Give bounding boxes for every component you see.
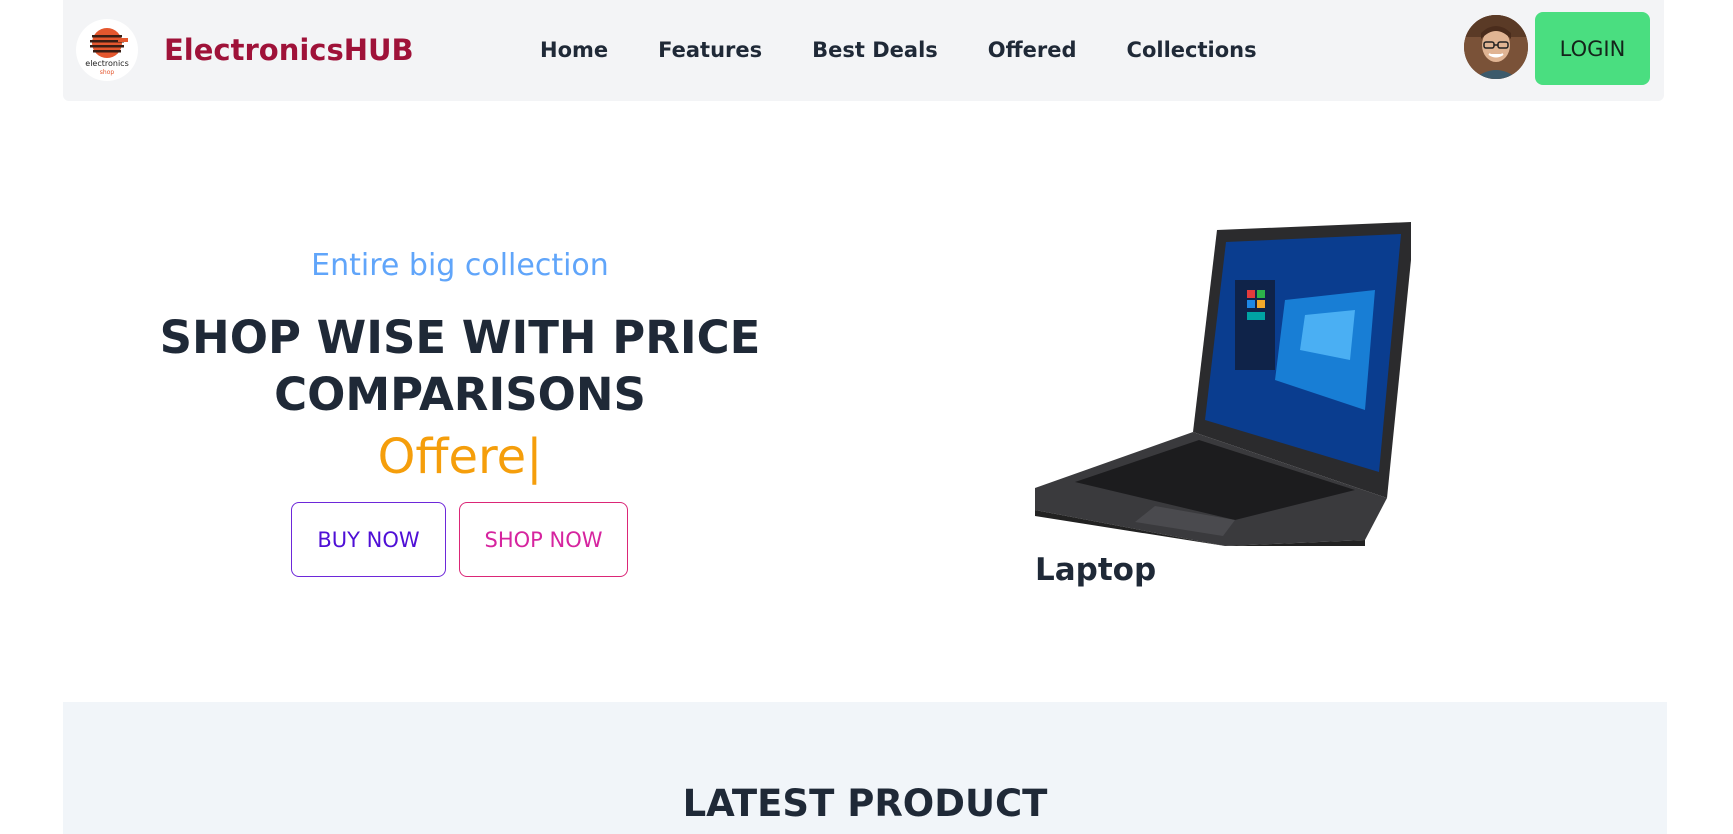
nav-offered[interactable]: Offered xyxy=(988,38,1077,62)
hero-buttons: BUY NOW SHOP NOW xyxy=(291,502,628,577)
nav-home[interactable]: Home xyxy=(540,38,608,62)
nav-best-deals[interactable]: Best Deals xyxy=(812,38,938,62)
brand-name[interactable]: ElectronicsHUB xyxy=(164,33,414,67)
typed-word: Offere xyxy=(377,429,527,485)
typed-text: Offere| xyxy=(150,427,770,487)
main-nav: Home Features Best Deals Offered Collect… xyxy=(540,38,1257,62)
nav-collections[interactable]: Collections xyxy=(1127,38,1257,62)
hero-subtitle: Entire big collection xyxy=(311,248,609,283)
typing-cursor: | xyxy=(526,429,543,485)
user-avatar[interactable] xyxy=(1464,15,1528,79)
nav-features[interactable]: Features xyxy=(658,38,762,62)
latest-product-title: LATEST PRODUCT xyxy=(682,782,1048,825)
hero-text: Entire big collection SHOP WISE WITH PRI… xyxy=(150,248,770,487)
logo-subtext: shop xyxy=(100,69,115,76)
navbar: electronics shop ElectronicsHUB Home Fea… xyxy=(63,0,1664,101)
shop-now-button[interactable]: SHOP NOW xyxy=(459,502,628,577)
logo-text: electronics xyxy=(85,59,128,68)
avatar-icon xyxy=(1464,15,1528,79)
product-caption: Laptop xyxy=(1035,552,1157,588)
buy-now-button[interactable]: BUY NOW xyxy=(291,502,446,577)
laptop-image xyxy=(1035,220,1411,546)
latest-product-section: LATEST PRODUCT xyxy=(63,702,1667,834)
hero-title: SHOP WISE WITH PRICE COMPARISONS xyxy=(159,311,761,421)
laptop-icon xyxy=(1035,222,1411,546)
login-button[interactable]: LOGIN xyxy=(1535,12,1650,85)
electronics-shop-logo-icon: electronics shop xyxy=(85,28,129,76)
brand-logo[interactable]: electronics shop xyxy=(76,19,138,81)
